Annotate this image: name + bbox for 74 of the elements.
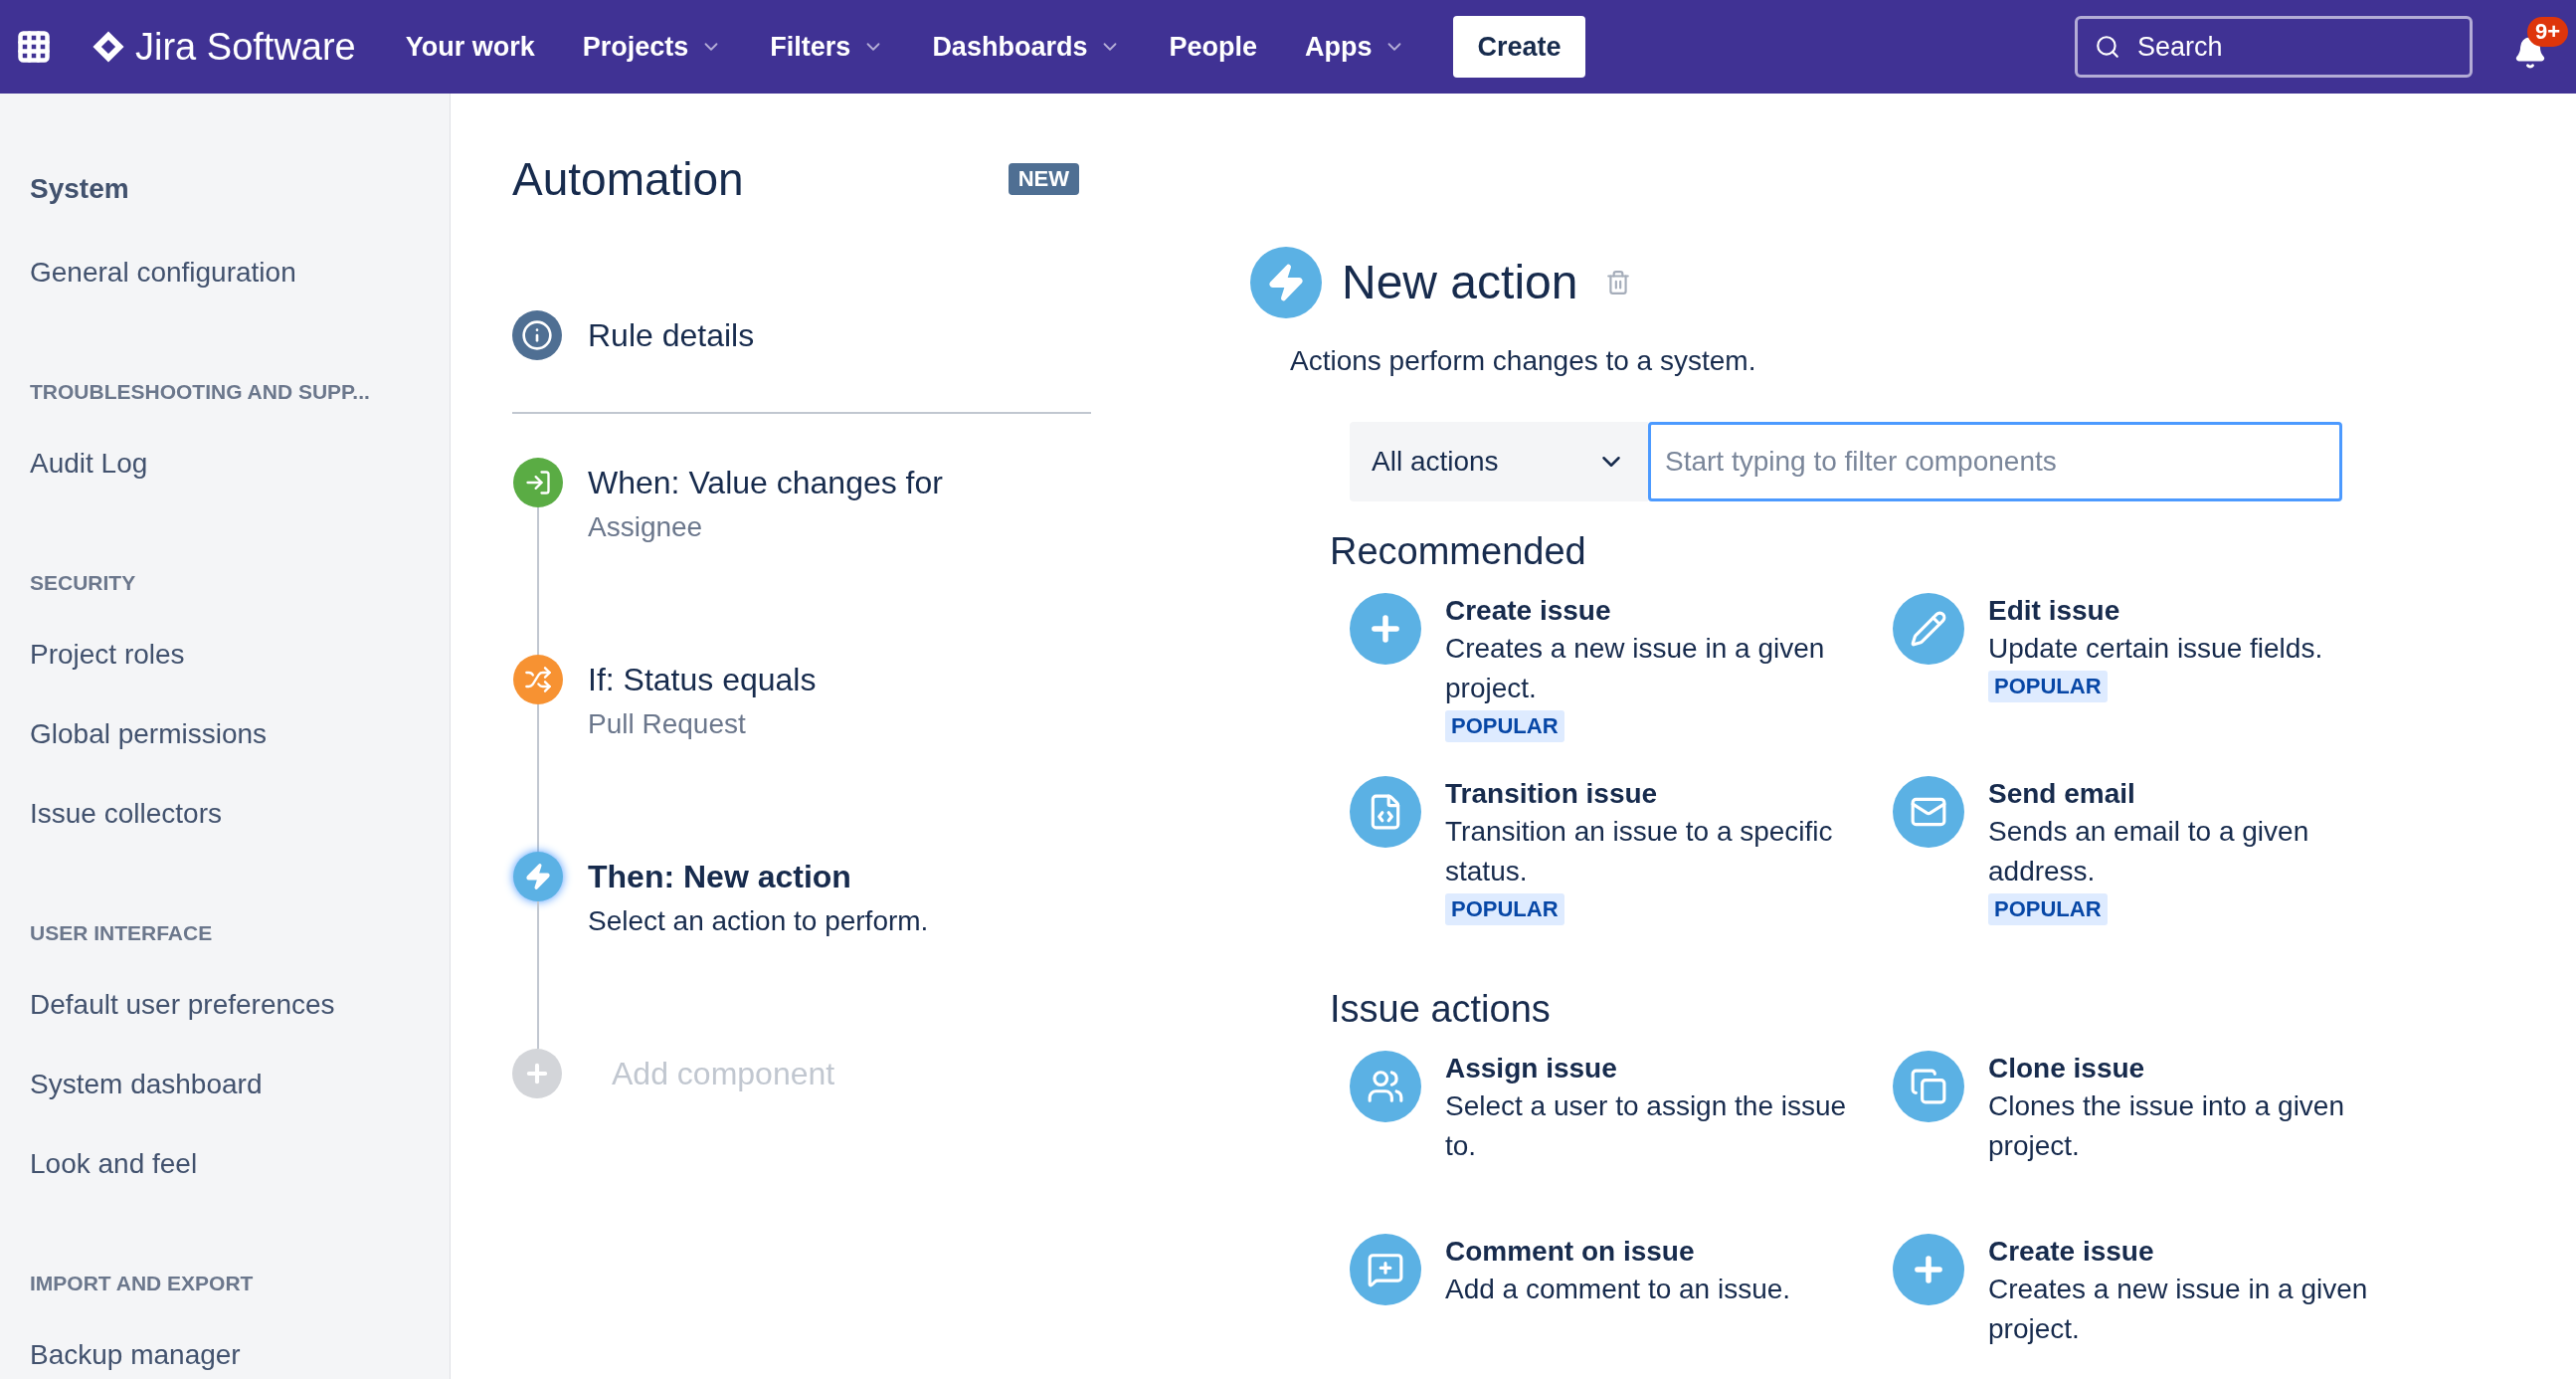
action-option[interactable]: Comment on issue Add a comment to an issue. bbox=[1350, 1234, 1893, 1379]
rule-step[interactable]: If: Status equals Pull Request bbox=[588, 655, 817, 744]
search-icon bbox=[2095, 34, 2120, 60]
action-description: Clones the issue into a given project. bbox=[1988, 1089, 2345, 1163]
create-button[interactable]: Create bbox=[1453, 16, 1585, 78]
sidebar-heading: USER INTERFACE bbox=[30, 920, 214, 946]
nav-item[interactable]: People bbox=[1169, 26, 1257, 68]
action-title: Transition issue bbox=[1445, 777, 1659, 811]
sidebar-item[interactable]: Look and feel bbox=[30, 1144, 450, 1184]
nav-item[interactable]: Apps bbox=[1304, 26, 1406, 68]
sidebar-item[interactable]: Issue collectors bbox=[30, 794, 450, 834]
sidebar-item[interactable]: Global permissions bbox=[30, 714, 450, 754]
action-option[interactable]: Create issue Creates a new issue in a given project. bbox=[1893, 1234, 2406, 1379]
action-option[interactable]: Create issue Creates a new issue in a given project. POPULAR bbox=[1350, 593, 1893, 776]
action-description: Sends an email to a given address. bbox=[1988, 815, 2310, 888]
action-title: Create issue bbox=[1445, 594, 1612, 628]
action-title: Comment on issue bbox=[1445, 1235, 1696, 1269]
step-title: If: Status equals bbox=[588, 661, 817, 699]
sidebar-item[interactable]: Project roles bbox=[30, 635, 450, 675]
popular-badge: POPULAR bbox=[1445, 893, 1564, 925]
sidebar-heading: TROUBLESHOOTING AND SUPP... bbox=[30, 379, 371, 405]
filter-field[interactable]: Start typing to filter components bbox=[1648, 422, 2342, 501]
action-title: Assign issue bbox=[1445, 1052, 1618, 1085]
search-field[interactable]: Search bbox=[2075, 16, 2473, 78]
sidebar-item[interactable]: Audit Log bbox=[30, 444, 450, 484]
step-subtitle: Assignee bbox=[588, 510, 704, 544]
info-icon[interactable] bbox=[512, 310, 562, 360]
action-option[interactable]: Edit issue Update certain issue fields. POPULAR bbox=[1893, 593, 2406, 776]
section-heading: Recommended bbox=[1330, 529, 1587, 574]
action-option[interactable]: Send email Sends an email to a given address. POPULAR bbox=[1893, 776, 2406, 959]
new-badge: NEW bbox=[1008, 163, 1079, 195]
product-name[interactable]: Jira Software bbox=[135, 18, 356, 76]
action-description: Update certain issue fields. bbox=[1988, 632, 2324, 666]
sidebar-title: System bbox=[30, 172, 130, 206]
action-title: Send email bbox=[1988, 777, 2136, 811]
section-heading: Issue actions bbox=[1330, 987, 1552, 1032]
action-description: Transition an issue to a specific status. bbox=[1445, 815, 1834, 888]
rule-step[interactable]: When: Value changes for Assignee bbox=[588, 458, 943, 547]
sidebar-item[interactable]: Default user preferences bbox=[30, 985, 450, 1025]
sidebar-heading: SECURITY bbox=[30, 570, 137, 596]
action-title: Create issue bbox=[1988, 1235, 2155, 1269]
notification-count: 9+ bbox=[2526, 17, 2568, 47]
action-description: Creates a new issue in a given project. bbox=[1988, 1273, 2369, 1346]
popular-badge: POPULAR bbox=[1988, 671, 2108, 702]
action-description: Add a comment to an issue. bbox=[1445, 1273, 1792, 1306]
step-title: Then: New action bbox=[588, 858, 852, 896]
panel-title: New action bbox=[1342, 255, 1578, 310]
sidebar-item[interactable]: System dashboard bbox=[30, 1065, 450, 1104]
action-option[interactable]: Clone issue Clones the issue into a given project. bbox=[1893, 1051, 2406, 1234]
action-description: Creates a new issue in a given project. bbox=[1445, 632, 1826, 705]
action-title: Clone issue bbox=[1988, 1052, 2146, 1085]
sidebar-heading: IMPORT AND EXPORT bbox=[30, 1271, 255, 1296]
page-title: Automation bbox=[512, 151, 744, 207]
nav-item[interactable]: Filters bbox=[770, 26, 885, 68]
popular-badge: POPULAR bbox=[1445, 710, 1564, 742]
rule-details-link[interactable]: Rule details bbox=[588, 311, 755, 359]
action-type-dropdown[interactable]: All actions bbox=[1350, 422, 1648, 501]
panel-subtitle: Actions perform changes to a system. bbox=[1290, 344, 1757, 378]
nav-item[interactable]: Your work bbox=[405, 26, 535, 68]
rule-step[interactable]: Then: New action Select an action to perform. bbox=[588, 852, 929, 941]
nav-item[interactable]: Dashboards bbox=[932, 26, 1122, 68]
step-title: When: Value changes for bbox=[588, 464, 943, 502]
action-description: Select a user to assign the issue to. bbox=[1445, 1089, 1848, 1163]
sidebar-item[interactable]: General configuration bbox=[30, 253, 450, 293]
nav-item[interactable]: Projects bbox=[582, 26, 723, 68]
app-grid-icon[interactable] bbox=[16, 29, 52, 65]
action-title: Edit issue bbox=[1988, 594, 2121, 628]
step-subtitle: Select an action to perform. bbox=[588, 904, 929, 938]
diamond-logo-icon bbox=[92, 30, 125, 64]
action-option[interactable]: Assign issue Select a user to assign the issue to. bbox=[1350, 1051, 1893, 1234]
popular-badge: POPULAR bbox=[1988, 893, 2108, 925]
action-option[interactable]: Transition issue Transition an issue to a specific status. POPULAR bbox=[1350, 776, 1893, 959]
sidebar-item[interactable]: Backup manager bbox=[30, 1335, 450, 1375]
step-subtitle: Pull Request bbox=[588, 707, 747, 741]
